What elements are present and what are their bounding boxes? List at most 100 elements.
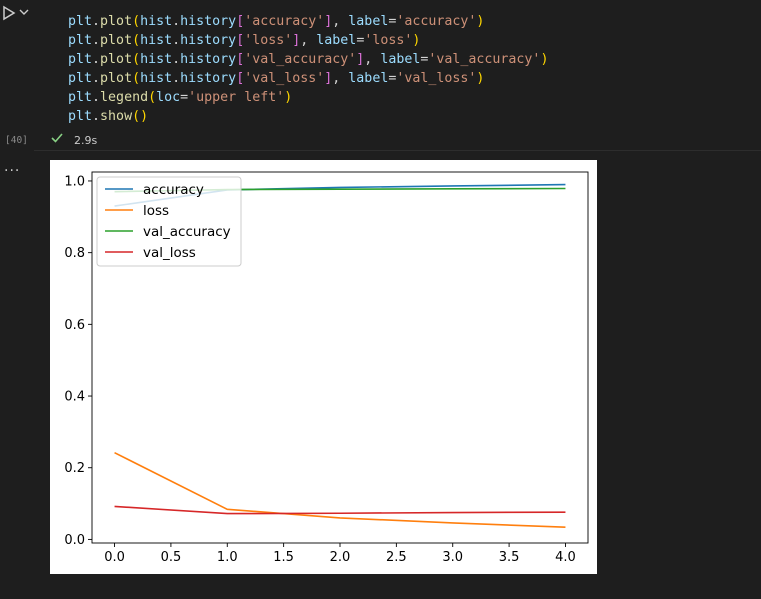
code-line[interactable]: plt.plot(hist.history['val_accuracy'], l… (68, 50, 548, 69)
checkmark-icon (51, 133, 63, 143)
code-token: () (132, 109, 149, 124)
legend-label: val_accuracy (143, 224, 231, 240)
y-tick-label: 0.4 (64, 390, 85, 405)
code-token: 'loss' (364, 33, 413, 48)
code-token: show (100, 109, 133, 124)
code-line[interactable]: plt.legend(loc='upper left') (68, 88, 292, 107)
code-token: history (180, 71, 237, 86)
code-token: . (92, 109, 101, 124)
code-token: ( (132, 14, 141, 29)
code-token: 'upper left' (188, 90, 285, 105)
code-token: label (380, 52, 421, 67)
x-tick-label: 0.0 (104, 550, 125, 565)
code-token: [ (236, 52, 245, 67)
code-token: hist (140, 14, 173, 29)
execution-time: 2.9s (74, 134, 98, 147)
code-token: , (364, 52, 381, 67)
code-token: plot (100, 14, 133, 29)
code-token: 'accuracy' (396, 14, 477, 29)
code-token: label (348, 71, 389, 86)
code-token: hist (140, 71, 173, 86)
code-token: . (92, 14, 101, 29)
code-token: 'val_accuracy' (428, 52, 541, 67)
code-token: [ (236, 33, 245, 48)
series-line-val-loss (114, 505, 566, 515)
legend-label: val_loss (143, 245, 196, 261)
code-token: legend (100, 90, 149, 105)
code-token: ) (284, 90, 293, 105)
code-token: . (92, 90, 101, 105)
x-tick-label: 1.0 (217, 550, 238, 565)
code-token: plot (100, 52, 133, 67)
code-token: , (300, 33, 317, 48)
code-token: . (92, 33, 101, 48)
y-tick-label: 0.2 (64, 461, 85, 476)
code-token: [ (236, 14, 245, 29)
code-token: history (180, 52, 237, 67)
code-token: 'val_loss' (396, 71, 477, 86)
output-menu-button[interactable]: ... (4, 160, 20, 174)
code-token: plot (100, 71, 133, 86)
code-token: 'accuracy' (244, 14, 325, 29)
legend-label: accuracy (143, 182, 204, 198)
code-token: plot (100, 33, 133, 48)
cell-divider (34, 150, 761, 151)
code-token: ) (540, 52, 549, 67)
code-token: ( (132, 33, 141, 48)
code-token: . (92, 71, 101, 86)
code-token: = (180, 90, 189, 105)
code-token: plt (68, 33, 93, 48)
code-token: history (180, 33, 237, 48)
line-chart: 0.0 0.5 1.0 1.5 2.0 2.5 3.0 3.5 4.0 0.0 0.2 0.4 0.6 0… (64, 171, 589, 565)
code-token: plt (68, 90, 93, 105)
x-tick-label: 0.5 (161, 550, 182, 565)
code-token: . (172, 14, 181, 29)
y-tick-label: 0.0 (64, 533, 85, 548)
x-tick-label: 4.0 (555, 550, 576, 565)
code-token: ) (412, 33, 421, 48)
code-token: hist (140, 33, 173, 48)
code-token: ( (132, 71, 141, 86)
code-token: . (172, 33, 181, 48)
code-token: ( (148, 90, 157, 105)
code-token: plt (68, 109, 93, 124)
code-token: . (92, 52, 101, 67)
code-token: label (348, 14, 389, 29)
x-tick-label: 1.5 (273, 550, 294, 565)
cell-toolbar (0, 0, 34, 30)
code-token: . (172, 52, 181, 67)
code-token: plt (68, 52, 93, 67)
execution-count: [40] (5, 135, 28, 146)
code-token: loc (156, 90, 181, 105)
code-token: [ (236, 71, 245, 86)
code-line[interactable]: plt.plot(hist.history['loss'], label='lo… (68, 31, 420, 50)
x-tick-label: 2.5 (386, 550, 407, 565)
y-tick-label: 0.8 (64, 246, 85, 261)
code-line[interactable]: plt.plot(hist.history['val_loss'], label… (68, 69, 484, 88)
code-token: plt (68, 14, 93, 29)
x-tick-label: 3.0 (442, 550, 463, 565)
code-token: . (172, 71, 181, 86)
code-token: plt (68, 71, 93, 86)
code-token: , (332, 14, 349, 29)
code-token: hist (140, 52, 173, 67)
code-token: label (316, 33, 357, 48)
code-token: ) (476, 14, 485, 29)
code-line[interactable]: plt.plot(hist.history['accuracy'], label… (68, 12, 484, 31)
code-token: history (180, 14, 237, 29)
code-token: 'loss' (244, 33, 293, 48)
x-tick-label: 2.0 (330, 550, 351, 565)
chevron-down-icon[interactable] (18, 6, 30, 18)
x-tick-label: 3.5 (499, 550, 520, 565)
y-tick-label: 0.6 (64, 318, 85, 333)
code-token: 'val_accuracy' (244, 52, 357, 67)
code-token: 'val_loss' (244, 71, 325, 86)
legend-label: loss (143, 203, 169, 219)
run-cell-icon[interactable] (2, 5, 16, 21)
y-tick-label: 1.0 (64, 174, 85, 189)
series-line-loss (114, 451, 566, 529)
code-line[interactable]: plt.show() (68, 107, 148, 126)
code-token: ) (476, 71, 485, 86)
code-token: ( (132, 52, 141, 67)
code-token: , (332, 71, 349, 86)
